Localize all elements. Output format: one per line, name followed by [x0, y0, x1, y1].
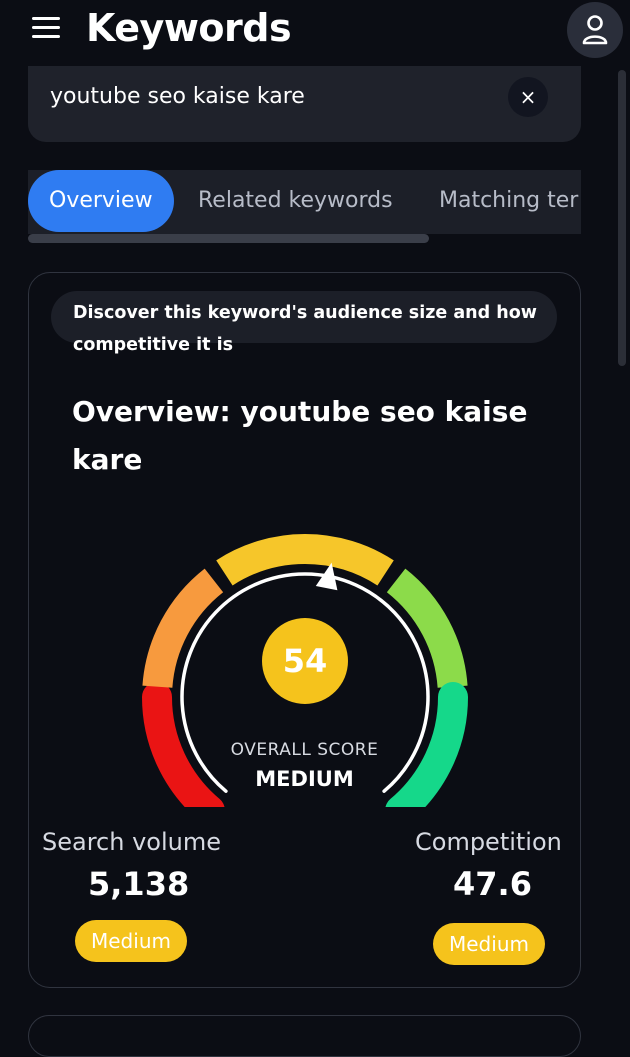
menu-icon[interactable] — [32, 16, 60, 40]
search-volume-badge: Medium — [75, 920, 187, 962]
close-icon: × — [519, 85, 537, 109]
competition-badge: Medium — [433, 923, 545, 965]
competition-value: 47.6 — [453, 865, 532, 903]
tabs-scroll-indicator[interactable] — [28, 234, 429, 243]
search-volume-label: Search volume — [42, 828, 221, 856]
overview-title: Overview: youtube seo kaise kare — [72, 395, 528, 476]
description-text: Discover this keyword's audience size an… — [73, 303, 537, 355]
score-value: 54 — [262, 618, 348, 704]
next-card — [28, 1015, 581, 1057]
page-scrollbar[interactable] — [618, 70, 626, 366]
clear-search-button[interactable]: × — [508, 77, 548, 117]
overview-card: Discover this keyword's audience size an… — [28, 272, 581, 988]
tab-related-keywords[interactable]: Related keywords — [198, 170, 393, 232]
search-box[interactable]: youtube seo kaise kare × — [28, 66, 581, 142]
gauge-segment-yellow — [216, 534, 394, 586]
user-avatar-button[interactable] — [567, 2, 623, 58]
search-volume-value: 5,138 — [88, 865, 190, 903]
app-header: Keywords — [0, 0, 630, 64]
score-label: OVERALL SCORE — [230, 740, 379, 760]
search-input[interactable]: youtube seo kaise kare — [50, 84, 305, 109]
tab-matching-terms[interactable]: Matching ter — [439, 170, 578, 232]
description-box: Discover this keyword's audience size an… — [51, 291, 557, 355]
tab-bar: Overview Related keywords Matching ter — [28, 170, 581, 234]
user-icon — [582, 15, 608, 45]
competition-label: Competition — [415, 828, 562, 856]
page-title: Keywords — [86, 6, 292, 50]
tab-overview[interactable]: Overview — [28, 170, 174, 232]
score-level: MEDIUM — [255, 767, 354, 791]
